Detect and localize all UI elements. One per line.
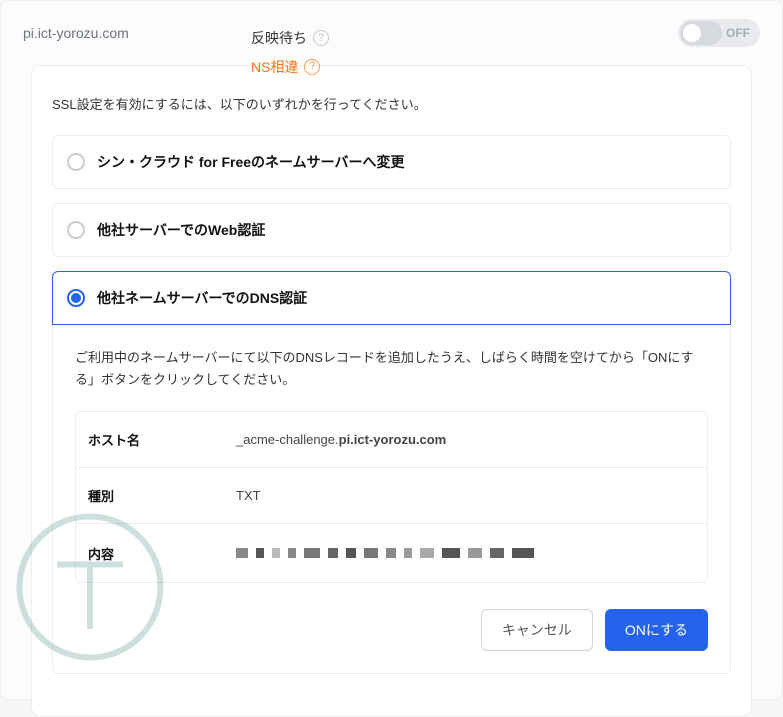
- toggle-switch[interactable]: OFF: [678, 19, 760, 47]
- dns-label-type: 種別: [76, 468, 236, 523]
- dns-record-table: ホスト名 _acme-challenge.pi.ict-yorozu.com 種…: [75, 411, 708, 583]
- dns-auth-details: ご利用中のネームサーバーにて以下のDNSレコードを追加したうえ、しばらく時間を空…: [52, 325, 731, 674]
- toggle-group: OFF: [678, 19, 760, 47]
- radio-icon: [67, 221, 85, 239]
- redacted-blocks: [236, 542, 695, 564]
- dns-value-type: TXT: [236, 470, 707, 521]
- dns-row-type: 種別 TXT: [76, 468, 707, 524]
- dns-label-content: 内容: [76, 526, 236, 581]
- status-pending-text: 反映待ち: [251, 25, 307, 52]
- status-ns-text: NS相違: [251, 54, 298, 81]
- dns-instruction: ご利用中のネームサーバーにて以下のDNSレコードを追加したうえ、しばらく時間を空…: [75, 347, 708, 391]
- help-icon[interactable]: ?: [313, 30, 329, 46]
- page-container: pi.ict-yorozu.com 反映待ち ? NS相違 ? OFF SSL設…: [0, 0, 783, 700]
- dns-value-content-redacted: [236, 524, 707, 582]
- option-label: 他社ネームサーバーでのDNS認証: [97, 288, 307, 308]
- dns-row-content: 内容: [76, 524, 707, 582]
- toggle-label: OFF: [722, 26, 758, 40]
- dns-label-host: ホスト名: [76, 412, 236, 467]
- option-label: 他社サーバーでのWeb認証: [97, 220, 265, 240]
- enable-button[interactable]: ONにする: [605, 609, 708, 651]
- ssl-panel: SSL設定を有効にするには、以下のいずれかを行ってください。 シン・クラウド f…: [31, 65, 752, 717]
- dns-value-host: _acme-challenge.pi.ict-yorozu.com: [236, 414, 707, 465]
- status-group: 反映待ち ? NS相違 ?: [251, 25, 329, 80]
- radio-icon: [67, 153, 85, 171]
- status-ns-mismatch: NS相違 ?: [251, 54, 329, 81]
- host-domain: pi.ict-yorozu.com: [339, 432, 447, 447]
- radio-icon-checked: [67, 289, 85, 307]
- help-icon[interactable]: ?: [304, 59, 320, 75]
- host-prefix: _acme-challenge.: [236, 432, 339, 447]
- domain-name: pi.ict-yorozu.com: [23, 25, 129, 41]
- cancel-button[interactable]: キャンセル: [481, 609, 593, 651]
- status-pending: 反映待ち ?: [251, 25, 329, 52]
- header-row: pi.ict-yorozu.com 反映待ち ? NS相違 ? OFF: [1, 1, 782, 65]
- option-nameserver-change[interactable]: シン・クラウド for Freeのネームサーバーへ変更: [52, 135, 731, 189]
- button-row: キャンセル ONにする: [75, 609, 708, 651]
- option-dns-auth[interactable]: 他社ネームサーバーでのDNS認証: [52, 271, 731, 325]
- option-label: シン・クラウド for Freeのネームサーバーへ変更: [97, 152, 404, 172]
- dns-row-host: ホスト名 _acme-challenge.pi.ict-yorozu.com: [76, 412, 707, 468]
- instruction-text: SSL設定を有効にするには、以下のいずれかを行ってください。: [52, 94, 731, 113]
- option-web-auth[interactable]: 他社サーバーでのWeb認証: [52, 203, 731, 257]
- toggle-knob: [683, 24, 701, 42]
